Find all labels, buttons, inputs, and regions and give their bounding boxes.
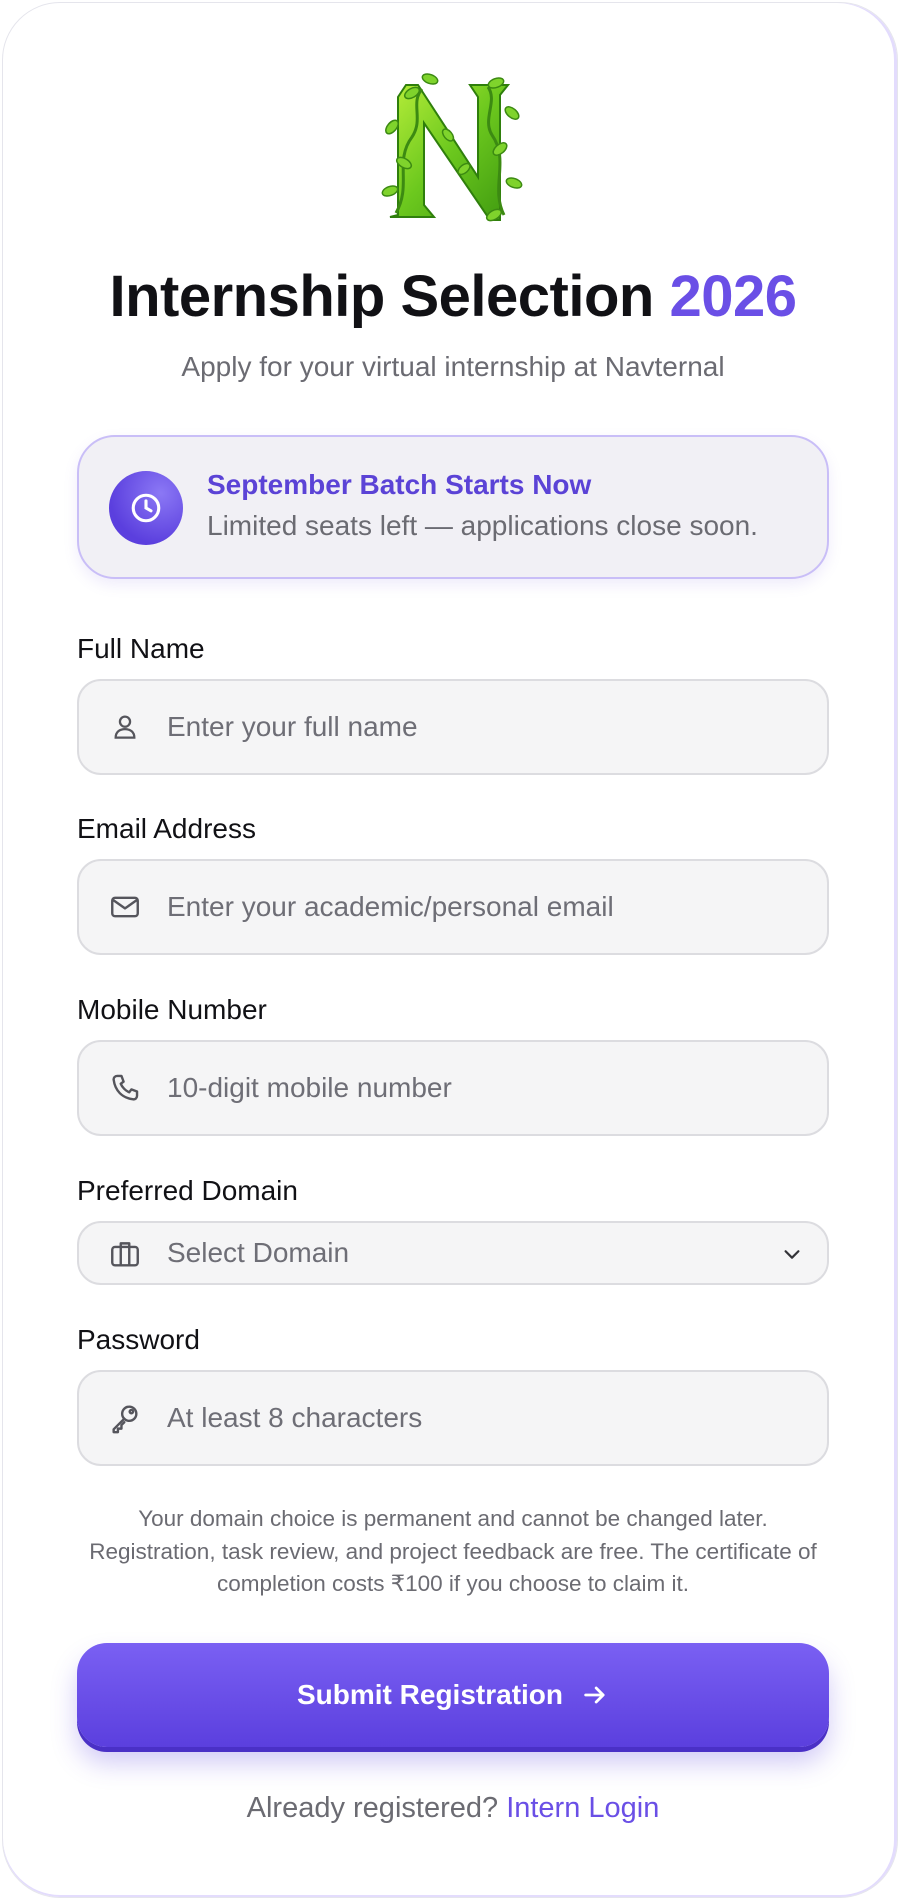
mobile-input[interactable] — [167, 1042, 787, 1134]
batch-banner: September Batch Starts Now Limited seats… — [77, 435, 829, 579]
mail-icon — [107, 889, 143, 925]
domain-fee-note: Your domain choice is permanent and cann… — [89, 1506, 817, 1596]
arrow-right-icon — [581, 1681, 609, 1709]
domain-label: Preferred Domain — [77, 1175, 298, 1206]
password-field[interactable] — [77, 1370, 829, 1466]
password-label: Password — [77, 1324, 200, 1355]
login-prompt: Already registered? Intern Login — [3, 1789, 897, 1827]
password-input[interactable] — [167, 1372, 787, 1464]
mobile-field[interactable] — [77, 1040, 829, 1136]
briefcase-icon — [107, 1236, 143, 1272]
clock-icon — [109, 471, 183, 545]
registration-card: Internship Selection 2026 Apply for your… — [2, 2, 898, 1898]
chevron-down-icon — [779, 1241, 805, 1267]
user-icon — [107, 709, 143, 745]
submit-button-label: Submit Registration — [296, 1679, 563, 1710]
full-name-input[interactable] — [167, 681, 787, 773]
email-input[interactable] — [167, 861, 787, 953]
email-field[interactable] — [77, 859, 829, 955]
page-title-year: 2026 — [669, 264, 797, 329]
page-title-main: Internship Selection — [109, 264, 655, 329]
phone-icon — [107, 1070, 143, 1106]
full-name-label: Full Name — [77, 633, 205, 664]
full-name-field[interactable] — [77, 679, 829, 775]
login-prompt-text: Already registered? — [246, 1792, 499, 1824]
key-icon — [107, 1400, 143, 1436]
page-title: Internship Selection 2026 — [3, 261, 897, 333]
page-subtitle: Apply for your virtual internship at Nav… — [181, 351, 725, 382]
banner-title: September Batch Starts Now — [207, 469, 592, 500]
mobile-label: Mobile Number — [77, 994, 267, 1025]
domain-select[interactable]: Select Domain — [77, 1221, 829, 1285]
navternal-logo — [378, 65, 528, 230]
intern-login-link[interactable]: Intern Login — [506, 1792, 659, 1824]
submit-registration-button[interactable]: Submit Registration — [77, 1643, 829, 1747]
banner-text: Limited seats left — applications close … — [207, 510, 758, 541]
domain-select-value: Select Domain — [167, 1237, 350, 1268]
email-label: Email Address — [77, 813, 256, 844]
